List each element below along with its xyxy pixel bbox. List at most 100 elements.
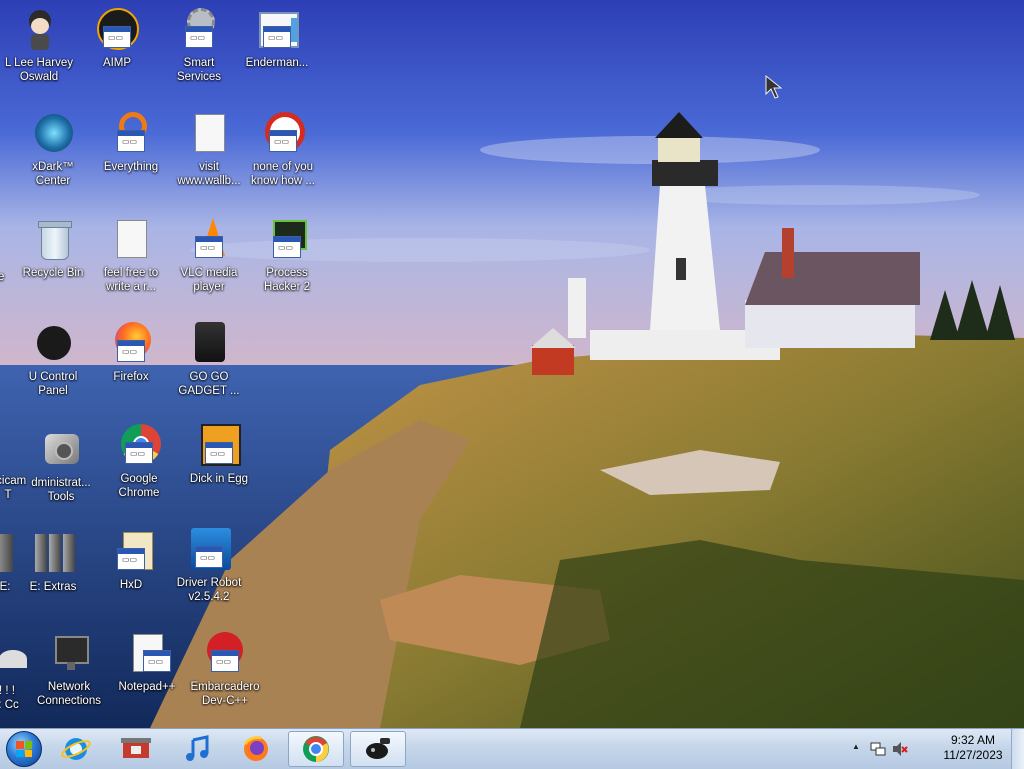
desktop-icon-cc-partial[interactable]: ! ! ! :: Cc (0, 636, 32, 712)
red-circle-app-icon (261, 112, 305, 156)
desktop-icon-visit-www-wallb[interactable]: visit www.wallb... (170, 112, 248, 188)
recycle-bin-icon (31, 218, 75, 262)
icon-label: Everything (103, 161, 159, 173)
desktop-icon-embarcadero-dev-cpp[interactable]: Embarcadero Dev-C++ (186, 632, 264, 708)
clock-date: 11/27/2023 (943, 748, 1003, 762)
icon-label: Embarcadero Dev-C++ (190, 681, 260, 707)
network-tray-icon[interactable] (870, 741, 886, 757)
dick-in-egg-icon (197, 424, 241, 468)
desktop-icon-feel-free[interactable]: feel free to write a r... (92, 218, 170, 294)
icon-label: VLC media player (180, 267, 238, 293)
chrome-icon (117, 424, 161, 468)
taskbar-chrome[interactable] (288, 731, 344, 767)
smart-services-icon (177, 8, 221, 52)
tool-app-icon (121, 738, 151, 758)
desktop-icon-google-chrome[interactable]: Google Chrome (100, 424, 178, 500)
icon-label: Smart Services (176, 57, 222, 83)
desktop-icon-control-panel[interactable]: U Control Panel (14, 322, 92, 398)
control-panel-icon (31, 322, 75, 366)
mouse-pointer-icon (765, 74, 783, 99)
clock-time: 9:32 AM (950, 733, 996, 747)
internet-explorer-icon (61, 738, 91, 760)
taskbar: ▲ 9:32 AM 11/27/2023 (0, 728, 1024, 769)
partial-icon (0, 636, 29, 680)
desktop[interactable]: L Lee Harvey Oswald xDark™ Center Re Rec… (0, 0, 1024, 728)
hxd-icon (109, 530, 153, 574)
chrome-icon (303, 736, 329, 762)
desktop-icon-smart-services[interactable]: Smart Services (160, 8, 238, 84)
xdark-orb-icon (31, 112, 75, 156)
firefox-icon (243, 736, 268, 761)
icon-label: L Lee Harvey Oswald (5, 57, 73, 83)
icon-label: feel free to write a r... (103, 267, 159, 293)
system-tray: ▲ 9:32 AM 11/27/2023 (844, 729, 1024, 769)
network-connections-icon (47, 632, 91, 676)
grey-figures-icon (31, 532, 75, 576)
desktop-icon-lee-harvey-oswald[interactable]: L Lee Harvey Oswald (0, 8, 78, 84)
process-hacker-icon (265, 218, 309, 262)
icon-label: dministrat... Tools (31, 477, 91, 503)
icon-label: ! ! ! :: Cc (0, 685, 19, 711)
volume-muted-icon[interactable] (892, 741, 908, 757)
desktop-icon-recycle-bin[interactable]: Recycle Bin (14, 218, 92, 280)
desktop-icon-firefox[interactable]: Firefox (92, 322, 170, 384)
desktop-icon-enderman[interactable]: Enderman... (238, 8, 316, 70)
desktop-icon-dick-in-egg[interactable]: Dick in Egg (180, 424, 258, 486)
desktop-icon-aimp[interactable]: AIMP (78, 8, 156, 70)
taskbar-internet-explorer[interactable] (48, 731, 104, 767)
icon-label: none of you know how ... (251, 161, 315, 187)
icon-label: GO GO GADGET ... (178, 371, 240, 397)
desktop-icon-administrative-tools[interactable]: dministrat... Tools (22, 428, 100, 504)
firefox-icon (109, 322, 153, 366)
icon-label: Enderman... (245, 57, 309, 69)
desktop-icon-network-connections[interactable]: Network Connections (30, 632, 108, 708)
text-document-icon (109, 218, 153, 262)
desktop-icon-none-of-you[interactable]: none of you know how ... (244, 112, 322, 188)
desktop-icon-everything[interactable]: Everything (92, 112, 170, 174)
go-go-gadget-icon (187, 322, 231, 366)
windows-start-orb-icon (6, 731, 42, 767)
show-desktop-button[interactable] (1011, 729, 1024, 769)
desktop-icon-vlc-media-player[interactable]: VLC media player (170, 218, 248, 294)
icon-label: Notepad++ (118, 681, 176, 693)
start-button[interactable] (2, 729, 46, 769)
icon-label: xDark™ Center (32, 161, 74, 187)
desktop-icon-notepad-plus-plus[interactable]: Notepad++ (108, 632, 186, 694)
desktop-icon-hxd[interactable]: HxD (92, 530, 170, 592)
icon-label: AIMP (102, 57, 132, 69)
icon-label: visit www.wallb... (177, 161, 241, 187)
icon-label: Recycle Bin (22, 267, 84, 279)
taskbar-tool-app[interactable] (108, 731, 164, 767)
taskbar-spy-app[interactable] (350, 731, 406, 767)
taskbar-firefox[interactable] (228, 731, 284, 767)
desktop-icon-xdark-center[interactable]: xDark™ Center (14, 112, 92, 188)
partial-icon (0, 222, 2, 266)
icon-label: HxD (119, 579, 143, 591)
desktop-icon-driver-robot[interactable]: Driver Robot v2.5.4.2 (170, 528, 248, 604)
administrative-tools-icon (39, 428, 83, 472)
text-document-icon (187, 112, 231, 156)
music-notes-icon (186, 735, 209, 761)
icon-label: E: Extras (29, 581, 77, 593)
icon-label: U Control Panel (28, 371, 78, 397)
icon-label: Google Chrome (118, 473, 160, 499)
taskbar-music-player[interactable] (170, 731, 226, 767)
driver-robot-icon (187, 528, 231, 572)
icon-label: Process Hacker 2 (263, 267, 311, 293)
desktop-icon-process-hacker-2[interactable]: Process Hacker 2 (248, 218, 326, 294)
spy-app-icon (366, 738, 390, 759)
everything-search-icon (109, 112, 153, 156)
clock[interactable]: 9:32 AM 11/27/2023 (940, 733, 1006, 763)
icon-label: Network Connections (37, 681, 101, 707)
desktop-icon-extras[interactable]: E: Extras (14, 532, 92, 594)
icon-label: Dick in Egg (189, 473, 249, 485)
dev-cpp-icon (203, 632, 247, 676)
window-app-icon (255, 8, 299, 52)
vlc-cone-icon (187, 218, 231, 262)
desktop-icon-go-go-gadget[interactable]: GO GO GADGET ... (170, 322, 248, 398)
show-hidden-icons-button[interactable]: ▲ (852, 742, 860, 751)
partial-icon (3, 440, 13, 470)
aimp-icon (95, 8, 139, 52)
icon-label: Firefox (113, 371, 149, 383)
anime-character-icon (17, 8, 61, 52)
